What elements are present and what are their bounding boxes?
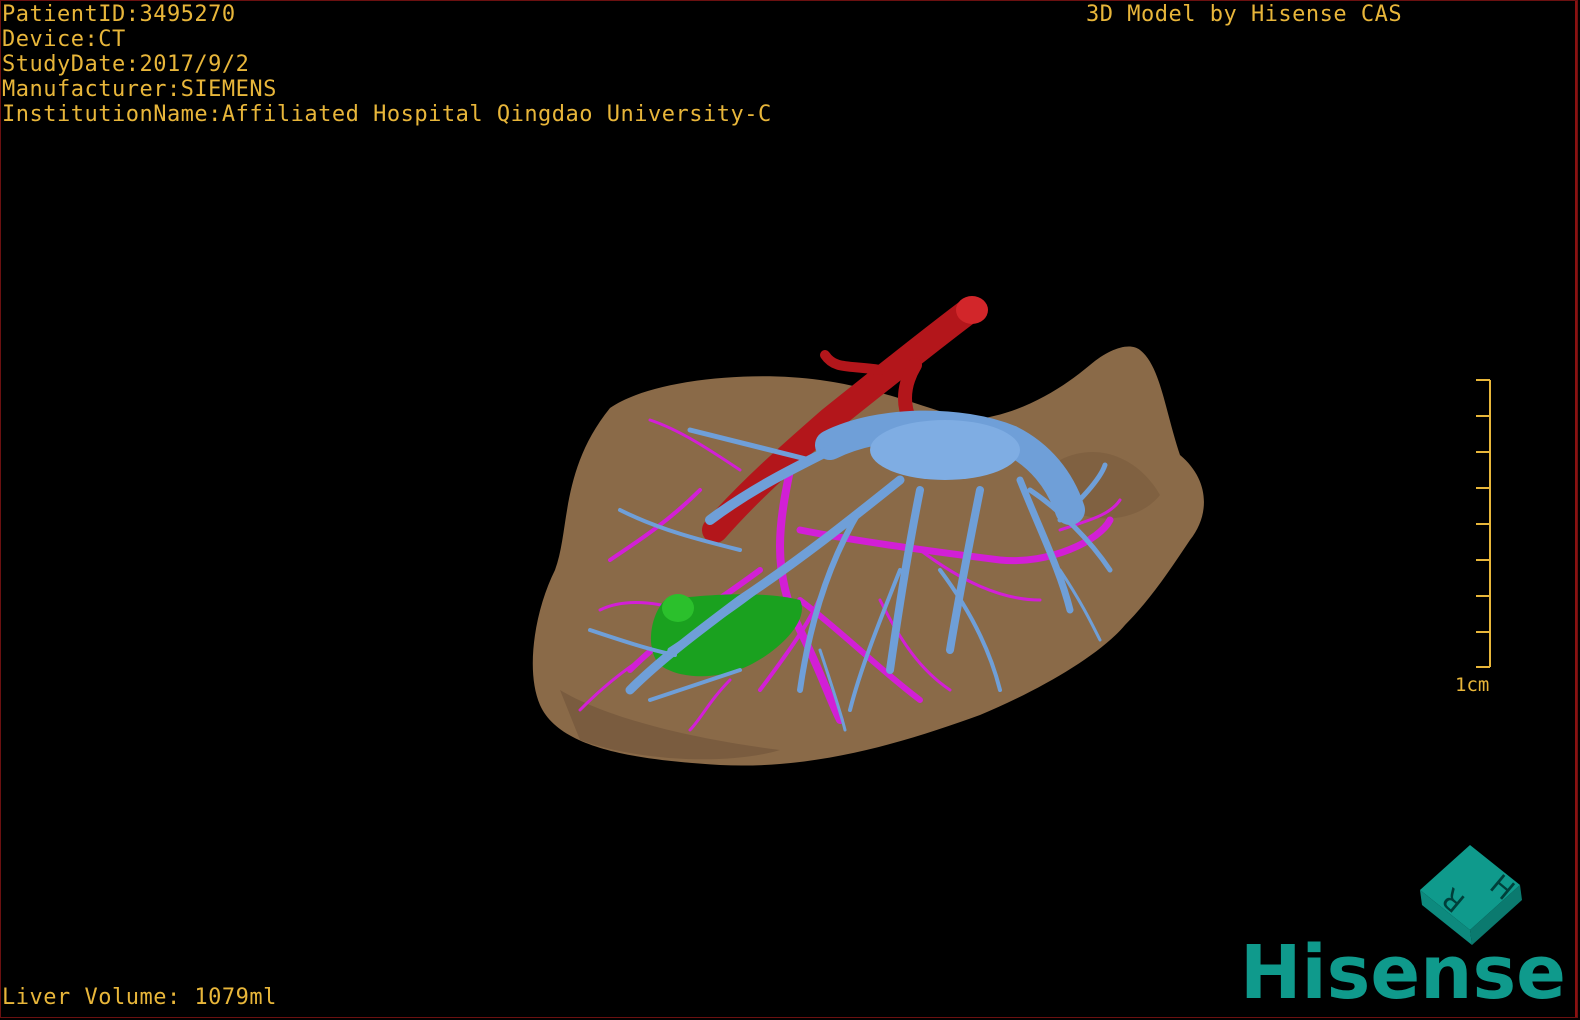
model-title: 3D Model by Hisense CAS <box>1086 2 1403 27</box>
scale-bar <box>1476 379 1491 668</box>
device-text: Device:CT <box>2 27 126 52</box>
patient-id-text: PatientID:3495270 <box>2 2 236 27</box>
liver-volume-readout: Liver Volume: 1079ml <box>2 985 277 1010</box>
study-date-text: StudyDate:2017/9/2 <box>2 52 250 77</box>
manufacturer-text: Manufacturer:SIEMENS <box>2 77 277 102</box>
hisense-logo-text: Hisense <box>1240 930 1566 1010</box>
scale-bar-label: 1cm <box>1455 674 1490 696</box>
liver-surface <box>532 346 1204 766</box>
dicom-metadata: PatientID:3495270 Device:CT StudyDate:20… <box>2 2 772 127</box>
hisense-logo: Hisense <box>1240 930 1566 1010</box>
institution-text: InstitutionName:Affiliated Hospital Qing… <box>2 102 772 127</box>
liver-3d-model[interactable] <box>500 270 1240 790</box>
